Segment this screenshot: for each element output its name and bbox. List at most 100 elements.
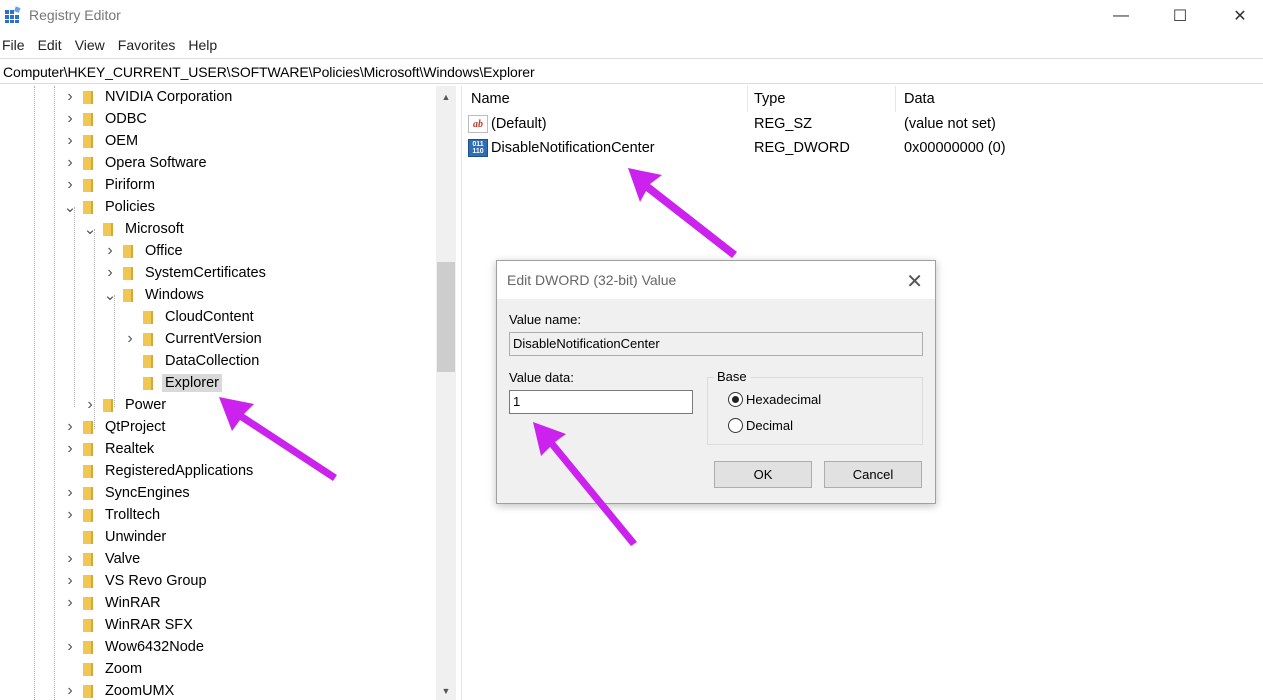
- value-name-field[interactable]: DisableNotificationCenter: [509, 332, 923, 356]
- maximize-button[interactable]: ☐: [1157, 0, 1203, 32]
- pane-splitter[interactable]: [456, 86, 462, 700]
- scroll-thumb[interactable]: [437, 262, 455, 372]
- tree-item-winrar-sfx[interactable]: WinRAR SFX: [64, 614, 196, 636]
- folder-icon: [80, 89, 94, 105]
- folder-icon: [140, 309, 154, 325]
- chevron-right-icon[interactable]: ›: [64, 438, 76, 460]
- column-data[interactable]: Data: [896, 86, 1256, 112]
- chevron-right-icon[interactable]: ›: [64, 174, 76, 196]
- chevron-right-icon[interactable]: ›: [64, 548, 76, 570]
- chevron-right-icon[interactable]: ›: [64, 504, 76, 526]
- tree-item-registeredapplications[interactable]: RegisteredApplications: [64, 460, 256, 482]
- tree-item-label: Windows: [145, 287, 204, 303]
- value-row-default[interactable]: ab (Default) REG_SZ (value not set): [463, 113, 1253, 137]
- menu-view[interactable]: View: [73, 34, 112, 58]
- chevron-down-icon[interactable]: ⌄: [104, 284, 117, 306]
- chevron-right-icon[interactable]: ›: [64, 86, 76, 108]
- tree-item-explorer[interactable]: Explorer: [124, 372, 222, 394]
- close-icon[interactable]: ✕: [906, 269, 923, 294]
- value-name-label: Value name:: [509, 312, 582, 327]
- tree-item-microsoft[interactable]: ⌄ Microsoft: [84, 218, 187, 240]
- address-bar[interactable]: Computer\HKEY_CURRENT_USER\SOFTWARE\Poli…: [0, 58, 1263, 84]
- tree-item-realtek[interactable]: › Realtek: [64, 438, 157, 460]
- tree-item-vs-revo-group[interactable]: › VS Revo Group: [64, 570, 210, 592]
- chevron-right-icon[interactable]: ›: [104, 262, 116, 284]
- chevron-right-icon[interactable]: ›: [64, 130, 76, 152]
- radio-decimal-label: Decimal: [746, 418, 793, 433]
- tree-item-cloudcontent[interactable]: CloudContent: [124, 306, 257, 328]
- cancel-button[interactable]: Cancel: [824, 461, 922, 488]
- chevron-right-icon[interactable]: ›: [64, 570, 76, 592]
- chevron-down-icon[interactable]: ⌄: [64, 196, 77, 218]
- tree-item-label: Explorer: [162, 374, 222, 392]
- chevron-right-icon[interactable]: ›: [104, 240, 116, 262]
- chevron-right-icon[interactable]: ›: [64, 416, 76, 438]
- tree-item-datacollection[interactable]: DataCollection: [124, 350, 262, 372]
- folder-icon: [80, 551, 94, 567]
- tree-item-office[interactable]: › Office: [104, 240, 186, 262]
- radio-hexadecimal[interactable]: Hexadecimal: [728, 392, 821, 407]
- folder-icon: [80, 111, 94, 127]
- folder-icon: [100, 221, 114, 237]
- scroll-down-icon[interactable]: ▼: [436, 682, 456, 700]
- radio-decimal[interactable]: Decimal: [728, 418, 793, 433]
- menu-help[interactable]: Help: [186, 34, 224, 58]
- tree-item-label: Realtek: [105, 441, 155, 457]
- tree-item-opera-software[interactable]: › Opera Software: [64, 152, 210, 174]
- tree-item-nvidia-corporation[interactable]: › NVIDIA Corporation: [64, 86, 235, 108]
- folder-icon: [80, 133, 94, 149]
- tree-item-qtproject[interactable]: › QtProject: [64, 416, 168, 438]
- chevron-right-icon[interactable]: ›: [64, 152, 76, 174]
- value-row-disablenotificationcenter[interactable]: 011 110 DisableNotificationCenter REG_DWO…: [463, 137, 1253, 161]
- tree-item-label: Unwinder: [105, 529, 167, 545]
- tree-item-trolltech[interactable]: › Trolltech: [64, 504, 163, 526]
- chevron-right-icon[interactable]: ›: [64, 592, 76, 614]
- tree-item-valve[interactable]: › Valve: [64, 548, 143, 570]
- value-data: 0x00000000 (0): [904, 140, 1006, 156]
- tree-guide-line: [54, 86, 55, 700]
- chevron-right-icon[interactable]: ›: [64, 636, 76, 658]
- tree-item-windows[interactable]: ⌄ Windows: [104, 284, 207, 306]
- tree-item-policies[interactable]: ⌄ Policies: [64, 196, 158, 218]
- chevron-right-icon[interactable]: ›: [64, 482, 76, 504]
- chevron-right-icon[interactable]: ›: [64, 680, 76, 700]
- folder-icon: [80, 199, 94, 215]
- chevron-right-icon[interactable]: ›: [124, 328, 136, 350]
- scroll-up-icon[interactable]: ▲: [436, 88, 456, 106]
- chevron-right-icon[interactable]: ›: [84, 394, 96, 416]
- tree-item-unwinder[interactable]: Unwinder: [64, 526, 169, 548]
- value-type: REG_SZ: [754, 116, 813, 132]
- tree-item-zoom[interactable]: Zoom: [64, 658, 145, 680]
- tree-item-currentversion[interactable]: › CurrentVersion: [124, 328, 265, 350]
- ok-button[interactable]: OK: [714, 461, 812, 488]
- tree-item-label: Microsoft: [125, 221, 184, 237]
- menu-favorites[interactable]: Favorites: [116, 34, 183, 58]
- tree-item-wow6432node[interactable]: › Wow6432Node: [64, 636, 207, 658]
- radio-hexadecimal-label: Hexadecimal: [746, 392, 822, 407]
- tree-item-odbc[interactable]: › ODBC: [64, 108, 150, 130]
- tree-item-power[interactable]: › Power: [84, 394, 169, 416]
- folder-icon: [80, 639, 94, 655]
- tree-item-zoomumx[interactable]: › ZoomUMX: [64, 680, 177, 700]
- tree-item-systemcertificates[interactable]: › SystemCertificates: [104, 262, 269, 284]
- chevron-down-icon[interactable]: ⌄: [84, 218, 97, 240]
- tree-item-label: SyncEngines: [105, 485, 190, 501]
- menu-file[interactable]: File: [0, 34, 32, 58]
- value-data-input[interactable]: 1: [509, 390, 693, 414]
- minimize-button[interactable]: —: [1098, 0, 1144, 32]
- close-window-button[interactable]: ✕: [1217, 0, 1263, 32]
- tree-item-winrar[interactable]: › WinRAR: [64, 592, 164, 614]
- tree-item-oem[interactable]: › OEM: [64, 130, 141, 152]
- folder-icon: [80, 661, 94, 677]
- tree-item-piriform[interactable]: › Piriform: [64, 174, 158, 196]
- tree-item-syncengines[interactable]: › SyncEngines: [64, 482, 193, 504]
- folder-icon: [80, 463, 94, 479]
- address-path[interactable]: Computer\HKEY_CURRENT_USER\SOFTWARE\Poli…: [3, 64, 535, 80]
- tree-scrollbar[interactable]: ▲ ▼: [436, 86, 456, 700]
- chevron-right-icon[interactable]: ›: [64, 108, 76, 130]
- column-name[interactable]: Name: [463, 86, 748, 112]
- menu-edit[interactable]: Edit: [36, 34, 69, 58]
- column-type[interactable]: Type: [746, 86, 896, 112]
